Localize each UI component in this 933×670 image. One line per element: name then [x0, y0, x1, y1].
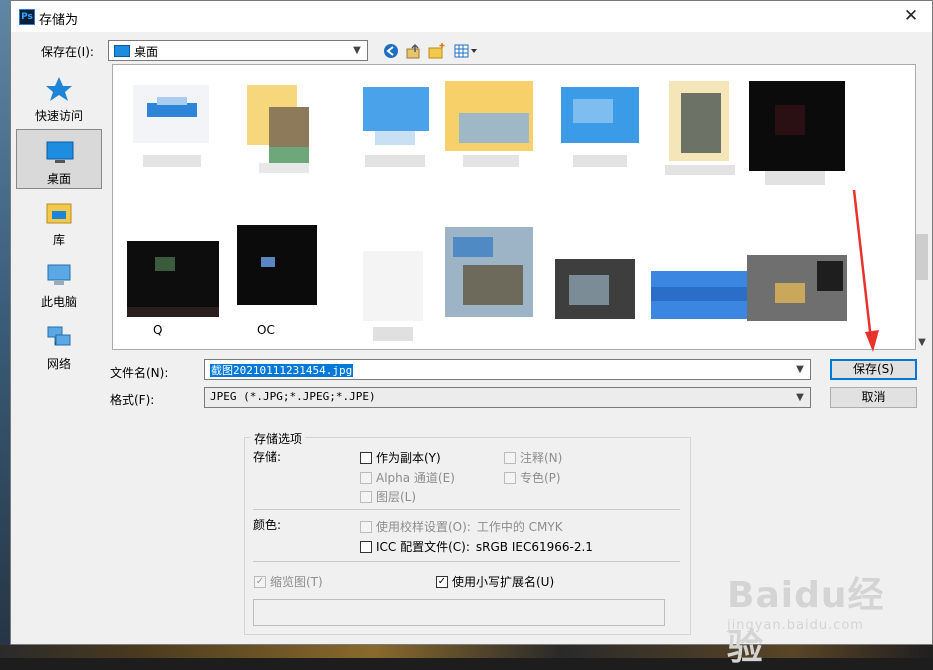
save-as-dialog: Ps 存储为 ✕ 保存在(I): 桌面 ▼ 快速访问 桌面 库 此电脑 网络 Q… [10, 0, 933, 668]
file-item[interactable] [659, 77, 749, 175]
file-item[interactable] [443, 225, 539, 323]
format-dropdown[interactable]: JPEG (*.JPG;*.JPEG;*.JPE) ▼ [204, 387, 811, 408]
icc-profile-checkbox[interactable]: ICC 配置文件(C): sRGB IEC61966-2.1 [360, 538, 593, 555]
sidebar-item-library[interactable]: 库 [16, 191, 102, 251]
file-item[interactable] [555, 259, 645, 349]
warning-message-box [253, 599, 665, 626]
checkbox-box [360, 471, 372, 484]
sidebar-item-label: 此电脑 [40, 295, 77, 309]
checkbox-box [360, 451, 372, 464]
format-value: JPEG (*.JPG;*.JPEG;*.JPE) [210, 390, 376, 403]
back-icon[interactable] [382, 42, 400, 60]
annotations-checkbox[interactable]: 注释(N) [504, 449, 562, 466]
view-menu-icon[interactable] [453, 42, 479, 60]
sidebar-item-label: 库 [52, 233, 65, 247]
network-icon [47, 326, 71, 346]
file-item[interactable] [443, 77, 539, 175]
close-icon[interactable]: ✕ [900, 5, 922, 27]
file-list[interactable]: Q OC [112, 64, 916, 350]
sidebar-item-network[interactable]: 网络 [16, 315, 102, 375]
chevron-down-icon: ▼ [796, 364, 804, 375]
up-folder-icon[interactable] [405, 42, 423, 60]
checkbox-box [360, 520, 372, 533]
file-item[interactable] [747, 255, 847, 349]
file-name-input[interactable]: 截图20210111231454.jpg ▼ [204, 359, 811, 380]
sidebar-item-quick-access[interactable]: 快速访问 [16, 67, 102, 127]
spot-label: 专色(P) [520, 471, 561, 485]
scroll-down-icon[interactable]: ▼ [916, 337, 928, 348]
sidebar-item-label: 网络 [46, 357, 71, 371]
file-item[interactable] [239, 77, 329, 175]
photoshop-icon: Ps [19, 9, 35, 25]
checkbox-box [360, 490, 372, 503]
proof-setup-checkbox[interactable]: 使用校样设置(O): 工作中的 CMYK [360, 518, 563, 535]
file-item[interactable] [555, 77, 645, 175]
spot-colors-checkbox[interactable]: 专色(P) [504, 469, 561, 486]
file-item[interactable] [745, 77, 845, 185]
checkbox-box [360, 540, 372, 553]
background-desktop-strip [0, 0, 10, 658]
new-folder-icon[interactable] [428, 42, 446, 60]
checkbox-box [504, 471, 516, 484]
title-bar[interactable]: Ps 存储为 ✕ [11, 1, 932, 32]
file-name-value: 截图20210111231454.jpg [210, 364, 354, 377]
desktop-icon [46, 141, 74, 163]
save-in-label: 保存在(I): [41, 45, 94, 59]
save-in-dropdown[interactable]: 桌面 ▼ [108, 40, 368, 61]
icc-value: sRGB IEC61966-2.1 [475, 539, 593, 554]
file-item[interactable] [127, 77, 217, 175]
alpha-channels-checkbox[interactable]: Alpha 通道(E) [360, 469, 455, 486]
library-icon [46, 203, 72, 224]
options-divider [253, 561, 680, 562]
file-item[interactable]: Q [123, 237, 223, 337]
save-options-title: 存储选项 [251, 430, 306, 447]
as-copy-checkbox[interactable]: 作为副本(Y) [360, 449, 441, 466]
scrollbar-thumb[interactable] [916, 234, 928, 280]
checkbox-box: ✓ [436, 575, 448, 588]
watermark-sub-text: jingyan.baidu.com [727, 618, 864, 633]
storage-label: 存储: [253, 450, 282, 464]
baidu-watermark: Baidu经验 jingyan.baidu.com [727, 556, 917, 668]
sidebar-item-desktop[interactable]: 桌面 [16, 129, 102, 189]
lowercase-extension-checkbox[interactable]: ✓ 使用小写扩展名(U) [436, 573, 554, 590]
file-name-label: OC [257, 323, 275, 337]
file-item[interactable] [343, 233, 433, 341]
proof-value: 工作中的 CMYK [476, 520, 563, 534]
sidebar-item-label: 快速访问 [34, 109, 83, 123]
save-button[interactable]: 保存(S) [830, 359, 917, 380]
file-item[interactable] [351, 77, 441, 175]
sidebar-item-label: 桌面 [46, 172, 71, 186]
color-label: 颜色: [253, 518, 282, 532]
lowercase-ext-label: 使用小写扩展名(U) [452, 575, 555, 589]
places-sidebar: 快速访问 桌面 库 此电脑 网络 [16, 63, 106, 371]
as-copy-label: 作为副本(Y) [376, 451, 441, 465]
cancel-button[interactable]: 取消 [830, 387, 917, 408]
layers-checkbox[interactable]: 图层(L) [360, 488, 416, 505]
icc-label: ICC 配置文件(C): [376, 540, 470, 554]
window-title: 存储为 [39, 13, 79, 28]
sidebar-item-this-pc[interactable]: 此电脑 [16, 253, 102, 313]
checkbox-box [504, 451, 516, 464]
desktop-mini-icon [114, 45, 130, 57]
proof-label: 使用校样设置(O): [376, 520, 471, 534]
annotations-label: 注释(N) [520, 451, 563, 465]
chevron-down-icon: ▼ [353, 45, 361, 56]
computer-icon [47, 264, 71, 285]
file-list-scrollbar[interactable]: ▼ [916, 64, 928, 350]
thumbnail-checkbox[interactable]: ✓ 缩览图(T) [254, 573, 323, 590]
layers-label: 图层(L) [376, 490, 417, 504]
save-in-value: 桌面 [134, 45, 159, 59]
file-name-field-label: 文件名(N): [110, 366, 169, 380]
star-icon [46, 77, 72, 101]
file-name-label: Q [153, 323, 163, 337]
checkbox-box: ✓ [254, 575, 266, 588]
chevron-down-icon: ▼ [796, 392, 804, 403]
file-item[interactable]: OC [235, 223, 335, 337]
thumbnail-label: 缩览图(T) [270, 575, 323, 589]
format-label: 格式(F): [110, 393, 155, 407]
options-divider [253, 509, 680, 510]
alpha-label: Alpha 通道(E) [376, 471, 455, 485]
file-item[interactable] [651, 271, 747, 349]
